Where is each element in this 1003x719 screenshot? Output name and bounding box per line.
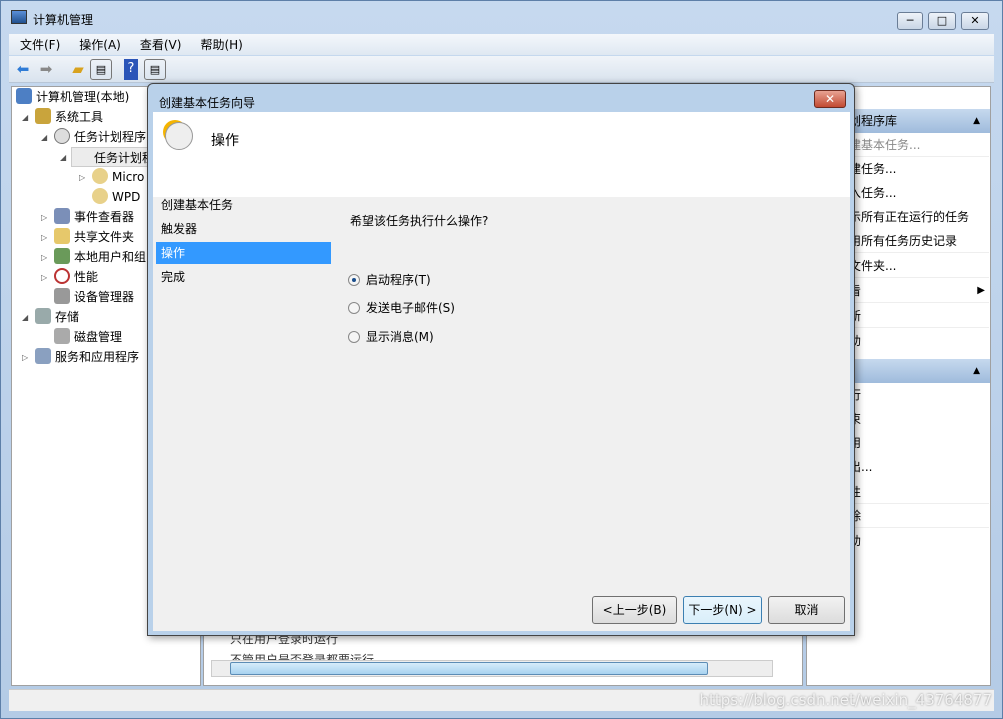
expand-icon[interactable]: ▷ <box>79 173 85 182</box>
action-refresh[interactable]: 新 <box>849 304 989 328</box>
step-trigger[interactable]: 触发器 <box>156 218 331 240</box>
horizontal-scrollbar[interactable] <box>211 660 773 677</box>
services-icon <box>35 348 51 364</box>
tree-item-storage[interactable]: 存储 <box>35 307 79 327</box>
collapse-icon[interactable]: ◢ <box>41 133 47 142</box>
tree-item-microsoft[interactable]: Micro <box>92 167 144 187</box>
radio-start-program[interactable]: 启动程序(T) <box>348 270 431 290</box>
expand-icon[interactable]: ▷ <box>41 233 47 242</box>
collapse-icon[interactable]: ◢ <box>22 313 28 322</box>
action-create-basic-task[interactable]: 建基本任务... <box>849 133 989 157</box>
task-folder-icon <box>92 188 108 204</box>
expand-icon[interactable]: ▷ <box>41 213 47 222</box>
create-basic-task-wizard: 创建基本任务向导 ✕ 操作 创建基本任务 触发器 操作 完成 希望该任务执行什么… <box>147 83 855 636</box>
action-properties[interactable]: 性 <box>849 480 989 504</box>
tree-item-event-viewer[interactable]: 事件查看器 <box>54 207 134 227</box>
expand-icon[interactable]: ▷ <box>41 253 47 262</box>
action-create-task[interactable]: 建任务... <box>849 157 989 181</box>
action-import-task[interactable]: 入任务... <box>849 181 989 205</box>
expand-icon[interactable]: ▷ <box>22 353 28 362</box>
radio-display-message[interactable]: 显示消息(M) <box>348 327 434 347</box>
help-icon[interactable]: ? <box>124 59 138 80</box>
storage-icon <box>35 308 51 324</box>
action-new-folder[interactable]: 文件夹... <box>849 254 989 278</box>
show-hide-action-pane-icon[interactable]: ▤ <box>144 59 166 80</box>
menu-help[interactable]: 帮助(H) <box>189 34 250 54</box>
action-question: 希望该任务执行什么操作? <box>350 214 489 228</box>
wizard-body: 创建基本任务 触发器 操作 完成 希望该任务执行什么操作? 启动程序(T) 发送… <box>153 197 850 631</box>
back-arrow-icon[interactable]: ⬅ <box>12 59 34 80</box>
show-hide-tree-icon[interactable]: ▤ <box>90 59 112 80</box>
shared-folder-icon <box>54 228 70 244</box>
collapse-icon[interactable]: ◢ <box>60 153 66 162</box>
step-create-basic-task[interactable]: 创建基本任务 <box>156 194 331 216</box>
action-end[interactable]: 束 <box>849 407 989 431</box>
action-help[interactable]: 助 <box>849 329 989 353</box>
next-button[interactable]: 下一步(N) > <box>683 596 762 624</box>
tree-item-shared-folders[interactable]: 共享文件夹 <box>54 227 134 247</box>
performance-icon <box>54 268 70 284</box>
action-run[interactable]: 行 <box>849 383 989 407</box>
window-title: 计算机管理 <box>33 13 94 27</box>
minimize-button[interactable]: ─ <box>897 12 923 30</box>
submenu-arrow-icon: ▶ <box>977 285 985 296</box>
action-display-running-tasks[interactable]: 示所有正在运行的任务 <box>849 205 989 229</box>
computer-icon <box>16 88 32 104</box>
tree-item-disk-management[interactable]: 磁盘管理 <box>54 327 122 347</box>
clock-icon <box>54 128 70 144</box>
cancel-button[interactable]: 取消 <box>768 596 845 624</box>
step-finish[interactable]: 完成 <box>156 266 331 288</box>
step-action[interactable]: 操作 <box>156 242 331 264</box>
tree-item-task-scheduler[interactable]: 任务计划程序 <box>54 127 146 147</box>
menu-action[interactable]: 操作(A) <box>68 34 129 54</box>
event-viewer-icon <box>54 208 70 224</box>
toolbar: ⬅ ➡ ▰ ▤ ? ▤ <box>9 56 994 83</box>
tools-icon <box>35 108 51 124</box>
wizard-header: 操作 <box>153 112 850 197</box>
menu-bar: 文件(F) 操作(A) 查看(V) 帮助(H) <box>9 34 994 55</box>
action-export[interactable]: 出... <box>849 455 989 479</box>
action-help-2[interactable]: 助 <box>849 529 989 553</box>
watermark: https://blog.csdn.net/weixin_43764877 <box>699 691 992 709</box>
maximize-button[interactable]: □ <box>928 12 956 30</box>
action-delete[interactable]: 除 <box>849 504 989 528</box>
radio-send-email[interactable]: 发送电子邮件(S) <box>348 298 455 318</box>
dialog-close-button[interactable]: ✕ <box>814 90 846 108</box>
expand-icon[interactable]: ▷ <box>41 273 47 282</box>
device-manager-icon <box>54 288 70 304</box>
tree-item-computer-management[interactable]: 计算机管理(本地) <box>16 87 129 107</box>
collapse-up-icon: ▲ <box>973 366 980 376</box>
tree-item-wpd[interactable]: WPD <box>92 187 140 207</box>
menu-view[interactable]: 查看(V) <box>129 34 190 54</box>
tree-item-services-applications[interactable]: 服务和应用程序 <box>35 347 139 367</box>
scrollbar-thumb[interactable] <box>230 662 708 675</box>
task-folder-icon <box>92 168 108 184</box>
collapse-up-icon: ▲ <box>973 116 980 126</box>
up-folder-icon[interactable]: ▰ <box>67 59 89 80</box>
tree-item-device-manager[interactable]: 设备管理器 <box>54 287 134 307</box>
collapse-icon[interactable]: ◢ <box>22 113 28 122</box>
action-enable-history[interactable]: 用所有任务历史记录 <box>849 229 989 253</box>
tree-item-local-users-groups[interactable]: 本地用户和组 <box>54 247 146 267</box>
close-button[interactable]: ✕ <box>961 12 989 30</box>
dialog-title: 创建基本任务向导 <box>159 96 256 110</box>
task-clock-icon <box>165 122 193 150</box>
computer-management-icon <box>11 10 27 24</box>
forward-arrow-icon[interactable]: ➡ <box>35 59 57 80</box>
action-disable[interactable]: 用 <box>849 431 989 455</box>
menu-file[interactable]: 文件(F) <box>9 34 68 54</box>
tree-item-system-tools[interactable]: 系统工具 <box>35 107 103 127</box>
title-bar: 计算机管理 ─ □ ✕ <box>1 1 1002 34</box>
wizard-heading: 操作 <box>211 133 239 149</box>
tree-item-performance[interactable]: 性能 <box>54 267 98 287</box>
disk-icon <box>54 328 70 344</box>
back-button[interactable]: <上一步(B) <box>592 596 677 624</box>
users-icon <box>54 248 70 264</box>
action-view[interactable]: 看 ▶ <box>849 279 989 303</box>
